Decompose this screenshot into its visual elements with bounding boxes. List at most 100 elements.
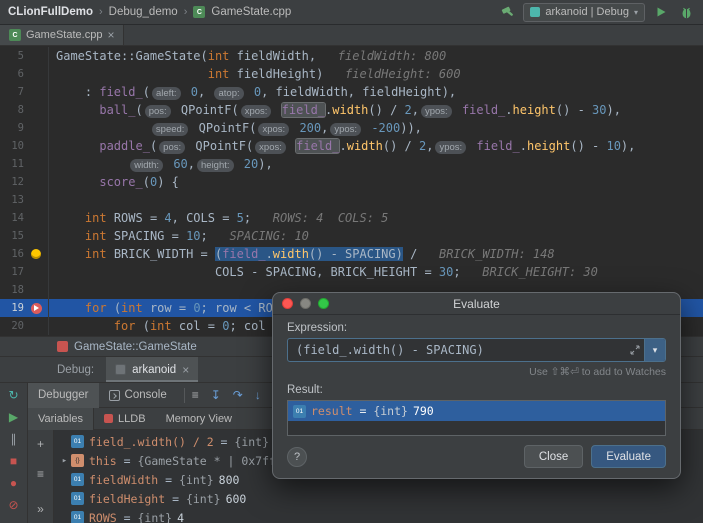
run-button[interactable] <box>652 3 670 21</box>
editor-tab-label: GameState.cpp <box>26 29 103 41</box>
variable-name: fieldWidth <box>89 472 159 487</box>
variable-row[interactable]: 01 ROWS = {int} 4 <box>54 508 703 523</box>
minimize-window-icon[interactable] <box>300 298 311 309</box>
debugger-tab-label: Debugger <box>38 389 89 401</box>
editor-tab-gamestate[interactable]: C GameState.cpp × <box>0 25 125 45</box>
code-line[interactable]: 5 GameState::GameState(int fieldWidth, fi… <box>0 47 703 65</box>
close-tab-icon[interactable]: × <box>107 29 114 41</box>
code-segment: 0 <box>190 85 199 99</box>
breadcrumb-file[interactable]: GameState.cpp <box>211 6 291 18</box>
tab-variables[interactable]: Variables <box>28 407 95 430</box>
step-into-icon[interactable]: ↓ <box>255 389 261 401</box>
code-segment: SPACING: 10 <box>229 229 309 243</box>
code-segment: xpos: <box>240 105 272 118</box>
stop-icon[interactable]: ■ <box>5 452 23 470</box>
equals: = <box>116 510 138 523</box>
tab-console[interactable]: Console <box>99 383 177 408</box>
line-number: 14 <box>11 212 24 224</box>
step-over-icon[interactable]: ↷ <box>233 389 243 401</box>
code-segment: 5 <box>236 211 244 225</box>
debug-session-tab[interactable]: arkanoid × <box>106 357 199 382</box>
equals: = <box>158 472 180 487</box>
dialog-footer: ? Close Evaluate <box>287 445 666 468</box>
code-segment: QPointF( <box>191 121 257 135</box>
line-number: 19 <box>11 302 24 314</box>
debug-bug-icon[interactable] <box>677 3 695 21</box>
code-line[interactable]: 10 paddle_(pos: QPointF(xpos: field_.wid… <box>0 137 703 155</box>
editor-tabbar: C GameState.cpp × <box>0 25 703 46</box>
line-number: 15 <box>11 230 24 242</box>
close-window-icon[interactable] <box>282 298 293 309</box>
code-segment: width <box>332 103 369 117</box>
add-watch-icon[interactable]: + <box>32 435 50 453</box>
gutter-icon-slot <box>24 245 48 263</box>
close-button[interactable]: Close <box>523 445 584 468</box>
intention-bulb-icon[interactable] <box>31 249 41 259</box>
code-segment: ; <box>200 229 230 243</box>
resume-icon[interactable]: ▶ <box>5 408 23 426</box>
code-line[interactable]: 8 ball_(pos: QPointF(xpos: field_.width(… <box>0 101 703 119</box>
code-line[interactable]: 9 speed: QPointF(xpos: 200, ypos: -200)), <box>0 119 703 137</box>
show-execution-point-icon[interactable]: ↧ <box>211 389 221 401</box>
code-line[interactable]: 12 score_(0) { <box>0 173 703 191</box>
code-line[interactable]: 13 <box>0 191 703 209</box>
numeric-value-icon: 01 <box>71 435 84 448</box>
code-line[interactable]: 15 int SPACING = 10; SPACING: 10 <box>0 227 703 245</box>
close-session-icon[interactable]: × <box>182 364 189 376</box>
breadcrumb-folder[interactable]: Debug_demo <box>109 6 178 18</box>
tab-memory-view[interactable]: Memory View <box>156 408 242 430</box>
result-row[interactable]: 01 result = {int} 790 <box>288 401 665 421</box>
code-line[interactable]: 11 width: 60, height: 20), <box>0 155 703 173</box>
tab-lldb[interactable]: LLDB <box>94 408 156 430</box>
stack-frame-icon <box>57 341 68 352</box>
breakpoint-icon[interactable] <box>30 302 42 314</box>
chevron-separator-icon: › <box>98 6 103 18</box>
pause-icon[interactable]: ∥ <box>5 430 23 448</box>
dropdown-arrow-icon[interactable]: ▾ <box>644 339 665 361</box>
code-segment: () - <box>570 139 607 153</box>
more-actions-icon[interactable]: » <box>32 500 50 518</box>
code-line[interactable]: 16 int BRICK_WIDTH = (field_.width() - S… <box>0 245 703 263</box>
help-button[interactable]: ? <box>287 446 307 467</box>
gutter-icon-slot <box>24 317 48 335</box>
evaluate-button[interactable]: Evaluate <box>591 445 666 468</box>
view-breakpoints-icon[interactable]: ● <box>5 474 23 492</box>
code-line[interactable]: 14 int ROWS = 4, COLS = 5; ROWS: 4 COLS:… <box>0 209 703 227</box>
code-line[interactable]: 6 int fieldHeight) fieldHeight: 600 <box>0 65 703 83</box>
expand-editor-icon[interactable] <box>626 345 644 355</box>
code-segment: field_ <box>476 139 520 153</box>
tab-debugger[interactable]: Debugger <box>28 382 99 408</box>
layout-settings-icon[interactable]: ≡ <box>192 389 199 401</box>
result-list[interactable]: 01 result = {int} 790 <box>287 400 666 436</box>
watches-toolbar: + ≡ » <box>28 430 54 523</box>
expression-input[interactable]: (field_.width() - SPACING) <box>288 343 626 357</box>
watches-hint: Use ⇧⌘⏎ to add to Watches <box>529 366 666 378</box>
zoom-window-icon[interactable] <box>318 298 329 309</box>
code-segment: height <box>526 139 571 153</box>
breadcrumb-project[interactable]: CLionFullDemo <box>8 6 93 18</box>
code-segment: speed: <box>151 123 189 136</box>
mute-breakpoints-icon[interactable]: ⊘ <box>5 496 23 514</box>
expander-icon[interactable]: ▸ <box>59 456 70 466</box>
expression-combo[interactable]: (field_.width() - SPACING) ▾ <box>287 338 666 362</box>
variable-row[interactable]: 01 fieldHeight = {int} 600 <box>54 489 703 508</box>
app-icon <box>115 364 127 375</box>
code-segment: . <box>265 247 273 261</box>
code-segment: ( <box>135 103 143 117</box>
code-text: paddle_(pos: QPointF(xpos: field_.width(… <box>48 137 703 155</box>
code-segment: xpos: <box>258 123 290 136</box>
build-hammer-icon[interactable] <box>498 3 516 21</box>
watch-options-icon[interactable]: ≡ <box>32 465 50 483</box>
code-segment: ), <box>606 103 621 117</box>
rerun-debug-icon[interactable]: ↻ <box>5 386 23 404</box>
code-line[interactable]: 7 : field_(aleft: 0, atop: 0, fieldWidth… <box>0 83 703 101</box>
code-segment: , <box>187 157 195 171</box>
run-configuration-select[interactable]: arkanoid | Debug ▾ <box>523 2 645 22</box>
code-line[interactable]: 17 COLS - SPACING, BRICK_HEIGHT = 30; BR… <box>0 263 703 281</box>
code-segment: int <box>149 319 172 333</box>
evaluate-dialog: Evaluate Expression: (field_.width() - S… <box>272 292 681 479</box>
dialog-titlebar[interactable]: Evaluate <box>273 293 680 315</box>
